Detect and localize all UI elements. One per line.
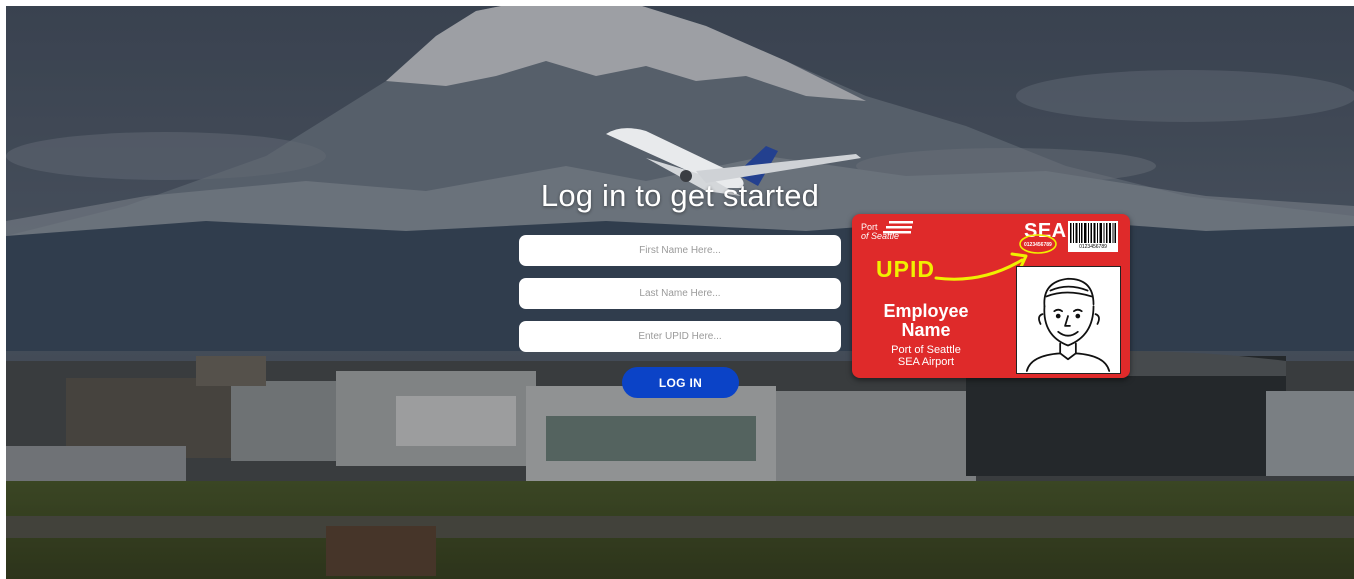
barcode: 0123456789	[1068, 221, 1118, 252]
employee-name-line1: Employee	[883, 301, 969, 321]
employee-org-line1: Port of Seattle	[891, 344, 961, 356]
first-name-field[interactable]	[519, 235, 841, 266]
badge-number: 0123456789	[1024, 242, 1052, 248]
barcode-icon	[1070, 223, 1116, 243]
last-name-field[interactable]	[519, 278, 841, 309]
upid-field[interactable]	[519, 321, 841, 352]
login-button[interactable]: LOG IN	[622, 367, 739, 398]
airport-code: SEA	[1024, 220, 1067, 242]
port-logo-stripes-icon	[883, 221, 913, 234]
login-page: Log in to get started LOG IN Port of Sea…	[6, 6, 1354, 579]
employee-name: Employee Name	[866, 302, 986, 340]
employee-org-line2: SEA Airport	[897, 356, 955, 368]
employee-name-line2: Name	[901, 320, 951, 340]
upid-label: UPID	[876, 256, 935, 282]
employee-org: Port of Seattle SEA Airport	[866, 344, 986, 368]
page-title: Log in to get started	[540, 178, 820, 213]
employee-photo	[1016, 266, 1121, 374]
barcode-number: 0123456789	[1079, 244, 1107, 250]
upid-badge-example: Port of Seattle SEA 0123456789 012345678…	[852, 214, 1130, 378]
person-portrait-icon	[1025, 277, 1111, 372]
